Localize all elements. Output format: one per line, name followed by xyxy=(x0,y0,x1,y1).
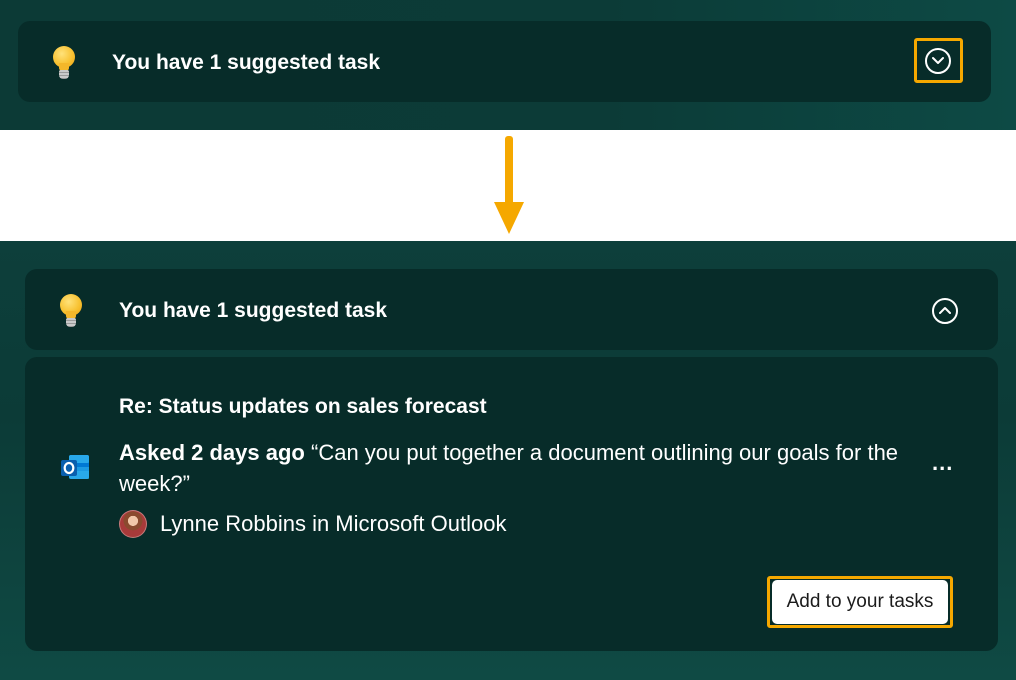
more-options-icon[interactable]: ... xyxy=(932,452,953,474)
collapsed-state-panel: You have 1 suggested task xyxy=(0,0,1016,130)
suggested-task-title: You have 1 suggested task xyxy=(119,299,388,322)
add-to-tasks-button[interactable]: Add to your tasks xyxy=(772,580,948,624)
lightbulb-icon xyxy=(53,46,75,80)
suggested-task-title: You have 1 suggested task xyxy=(112,51,381,74)
avatar xyxy=(119,510,147,538)
task-question: Asked 2 days ago “Can you put together a… xyxy=(119,437,919,499)
suggested-task-header-expanded[interactable]: You have 1 suggested task xyxy=(25,269,998,350)
outlook-icon xyxy=(61,455,89,479)
down-arrow-icon xyxy=(505,136,513,206)
lightbulb-icon xyxy=(60,294,82,328)
down-arrow-head xyxy=(494,202,524,234)
task-source: Lynne Robbins in Microsoft Outlook xyxy=(160,511,507,536)
asked-time: Asked 2 days ago xyxy=(119,440,305,465)
suggested-task-header[interactable]: You have 1 suggested task xyxy=(18,21,991,102)
chevron-down-circle-icon[interactable] xyxy=(925,48,951,74)
task-subject: Re: Status updates on sales forecast xyxy=(119,395,487,418)
chevron-up-circle-icon[interactable] xyxy=(932,298,958,324)
